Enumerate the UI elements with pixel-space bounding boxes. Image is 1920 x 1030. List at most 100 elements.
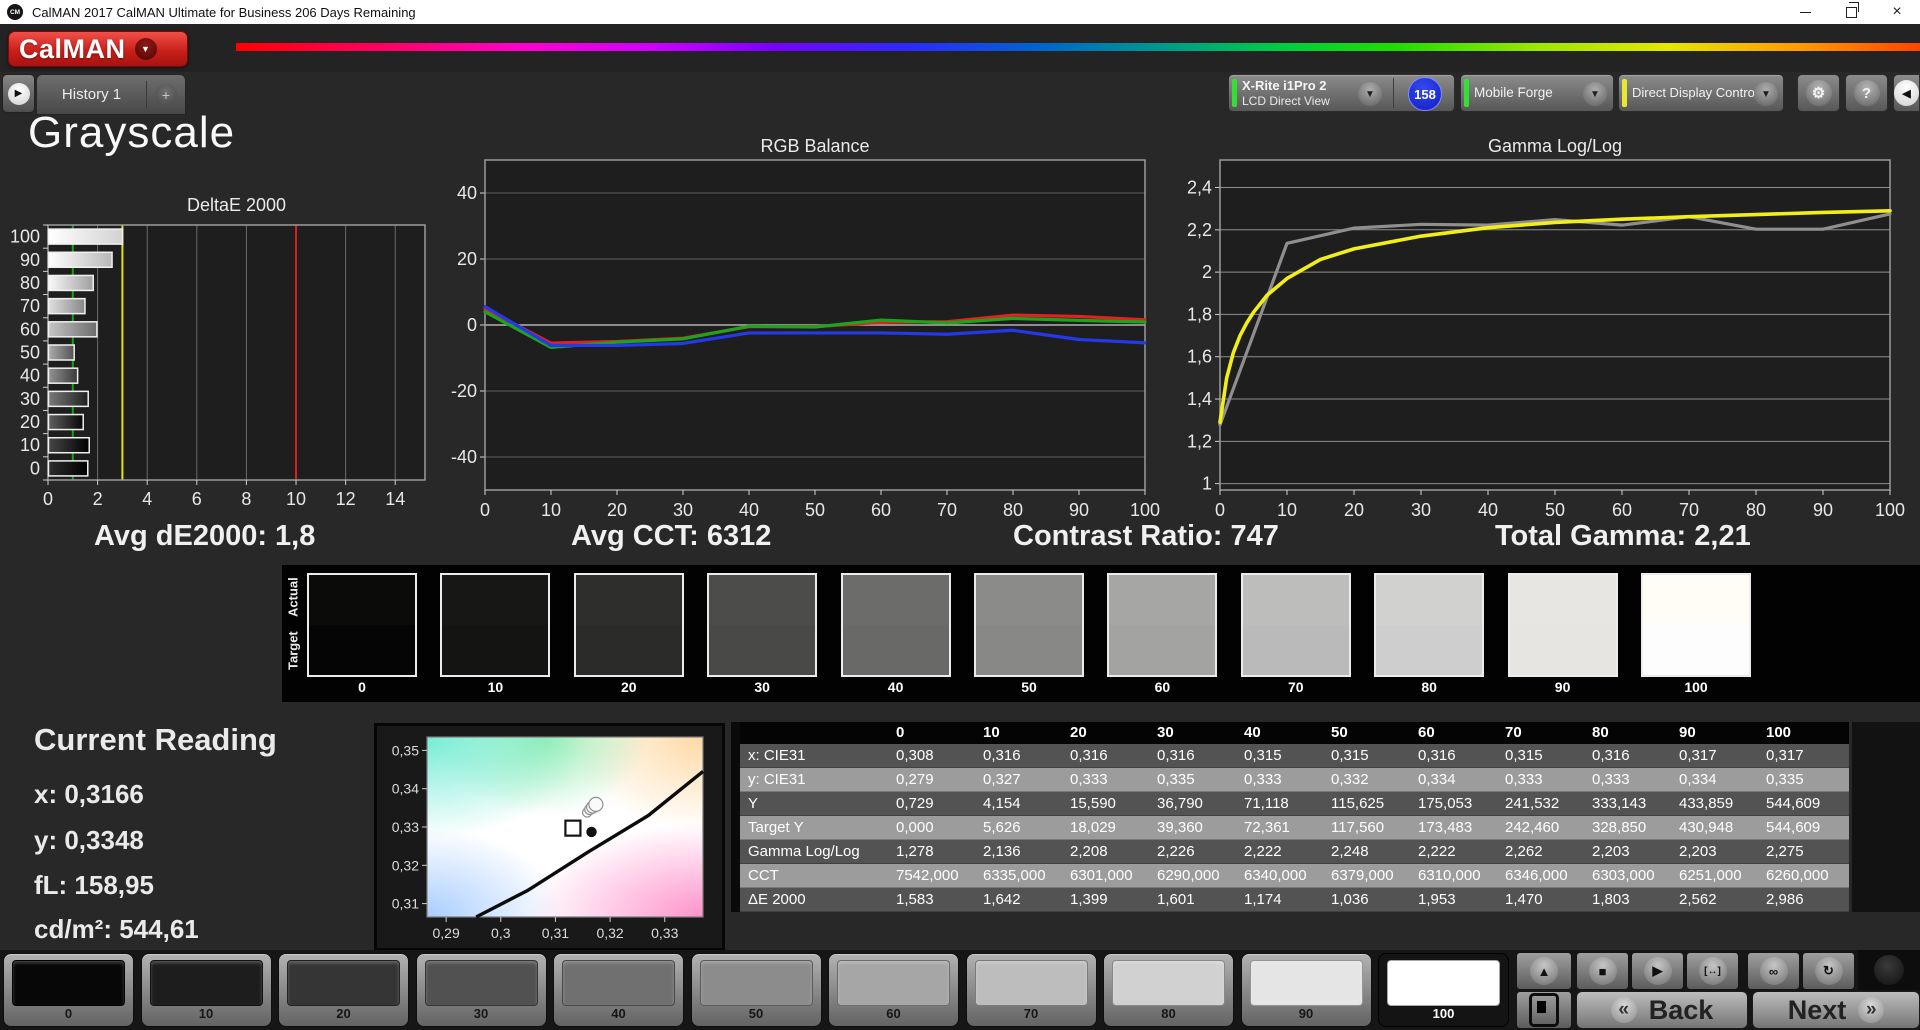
- level-button-100[interactable]: 100: [1378, 953, 1509, 1027]
- level-button-60[interactable]: 60: [828, 953, 959, 1027]
- level-label: 90: [1298, 1006, 1314, 1021]
- table-cell: 2,222: [1244, 843, 1282, 860]
- infinity-button[interactable]: ∞: [1747, 952, 1800, 990]
- table-row: CCT 7542,000 6335,000 6301,000 6290,000 6340,…: [740, 864, 1849, 888]
- table-cell: 0,315: [1505, 747, 1543, 764]
- meter-dropdown[interactable]: X-Rite i1Pro 2 LCD Direct View ▼ 158: [1228, 74, 1455, 112]
- infinity-icon: ∞: [1759, 957, 1788, 985]
- chevron-down-icon: ▼: [1583, 82, 1607, 106]
- table-row-label: Target Y: [748, 819, 804, 836]
- svg-text:0,35: 0,35: [392, 742, 419, 758]
- stat-total-gamma: Total Gamma: 2,21: [1495, 520, 1751, 552]
- range-button[interactable]: [↔]: [1686, 952, 1739, 990]
- level-button-10[interactable]: 10: [140, 953, 272, 1027]
- table-cell: 0,316: [1592, 747, 1630, 764]
- svg-text:0: 0: [30, 458, 40, 478]
- table-cell: 1,953: [1418, 891, 1456, 908]
- stat-avg-cct: Avg CCT: 6312: [571, 520, 772, 552]
- close-button[interactable]: ×: [1874, 0, 1920, 24]
- next-button[interactable]: Next »: [1752, 991, 1920, 1029]
- level-swatch: [1249, 960, 1363, 1006]
- table-cell: 430,948: [1679, 819, 1734, 836]
- table-cell: 0,317: [1679, 747, 1717, 764]
- level-button-40[interactable]: 40: [553, 953, 684, 1027]
- swatch-actual: [842, 575, 949, 625]
- svg-text:0,33: 0,33: [651, 925, 678, 941]
- table-cell: 1,399: [1070, 891, 1108, 908]
- table-scrollbar[interactable]: [1852, 722, 1920, 912]
- swatch-actual: [1376, 575, 1483, 625]
- table-cell: 4,154: [983, 795, 1021, 812]
- back-button[interactable]: « Back: [1576, 991, 1748, 1029]
- window-titlebar: CM CalMAN 2017 CalMAN Ultimate for Busin…: [0, 0, 1920, 24]
- page-title: Grayscale: [28, 108, 236, 157]
- collapse-panel-button[interactable]: ◀: [1893, 74, 1920, 112]
- single-measure-button[interactable]: [1516, 991, 1572, 1029]
- back-label: Back: [1648, 994, 1714, 1025]
- level-button-70[interactable]: 70: [965, 953, 1097, 1027]
- table-cell: 242,460: [1505, 819, 1560, 836]
- level-button-30[interactable]: 30: [415, 953, 547, 1027]
- level-button-80[interactable]: 80: [1103, 953, 1234, 1027]
- stop-button[interactable]: ■: [1576, 952, 1629, 990]
- level-label: 0: [64, 1006, 73, 1021]
- deltae-bar-10: [47, 436, 90, 454]
- swatch-actual: [1643, 575, 1749, 625]
- deltae-bar-20: [47, 413, 84, 431]
- app-icon-label: CM: [9, 8, 21, 16]
- svg-text:-40: -40: [451, 447, 477, 467]
- add-tab-button[interactable]: +: [147, 83, 185, 106]
- level-button-0[interactable]: 0: [3, 953, 134, 1027]
- swatch-target: [842, 625, 949, 675]
- svg-text:60: 60: [1612, 500, 1632, 520]
- table-cell: 117,560: [1331, 819, 1385, 836]
- deltae-bar-70: [47, 297, 86, 315]
- calman-logo-menu[interactable]: CalMAN ▼: [8, 31, 188, 67]
- meter-count-badge[interactable]: 158: [1408, 77, 1442, 111]
- source-dropdown[interactable]: Mobile Forge ▼: [1460, 74, 1614, 112]
- svg-text:50: 50: [20, 343, 40, 363]
- refresh-button[interactable]: ↻: [1802, 952, 1855, 990]
- minimize-icon: [1799, 11, 1811, 13]
- up-arrow-icon: ▲: [1530, 957, 1558, 985]
- table-cell: 1,470: [1505, 891, 1543, 908]
- grayscale-swatch-strip: Actual Target 0 10 20 30 40 50 60 70 80 90 100: [0, 565, 1920, 702]
- chart-gamma-svg: 1 1,2 1,4 1,6 1,8 2 2,2 2,4 0 10 20 30 40 50 60 70 80 90 1…: [1187, 136, 1905, 520]
- level-button-50[interactable]: 50: [690, 953, 822, 1027]
- level-swatch: [562, 960, 675, 1006]
- svg-text:70: 70: [1679, 500, 1699, 520]
- restore-button[interactable]: [1828, 0, 1874, 24]
- svg-text:6: 6: [192, 489, 202, 509]
- svg-text:100: 100: [10, 227, 40, 247]
- minimize-button[interactable]: [1782, 0, 1828, 24]
- gear-icon: ⚙: [1805, 80, 1832, 106]
- level-button-20[interactable]: 20: [278, 953, 409, 1027]
- settings-button[interactable]: ⚙: [1797, 74, 1840, 112]
- help-button[interactable]: ?: [1845, 74, 1888, 112]
- table-cell: 6340,000: [1244, 867, 1307, 884]
- play-button[interactable]: ▶: [1631, 952, 1684, 990]
- display-control-dropdown[interactable]: Direct Display Control ▼: [1618, 74, 1784, 112]
- table-cell: 0,729: [896, 795, 934, 812]
- swatch-target: [442, 625, 549, 675]
- svg-text:50: 50: [805, 500, 825, 520]
- svg-text:40: 40: [457, 183, 477, 203]
- level-button-90[interactable]: 90: [1240, 953, 1372, 1027]
- level-label: 20: [336, 1006, 351, 1021]
- table-row-label: y: CIE31: [748, 771, 806, 788]
- svg-text:0,3: 0,3: [491, 925, 511, 941]
- svg-text:0: 0: [467, 315, 477, 335]
- table-column-header: 60: [1418, 724, 1435, 741]
- close-icon: ×: [1892, 3, 1902, 20]
- svg-text:40: 40: [20, 366, 40, 386]
- svg-text:40: 40: [1478, 500, 1498, 520]
- swatch-level-label: 100: [1684, 679, 1708, 695]
- table-cell: 1,642: [983, 891, 1021, 908]
- display-control-name: Direct Display Control: [1632, 85, 1758, 100]
- svg-text:1,6: 1,6: [1187, 347, 1212, 367]
- scroll-up-button[interactable]: ▲: [1516, 952, 1572, 990]
- table-cell: 0,334: [1418, 771, 1456, 788]
- record-indicator: [1858, 950, 1920, 990]
- gamma-loglog-chart: 1 1,2 1,4 1,6 1,8 2 2,2 2,4 0 10 20 30 40 50 60 70 80 90 1…: [1180, 130, 1920, 527]
- svg-text:80: 80: [1746, 500, 1766, 520]
